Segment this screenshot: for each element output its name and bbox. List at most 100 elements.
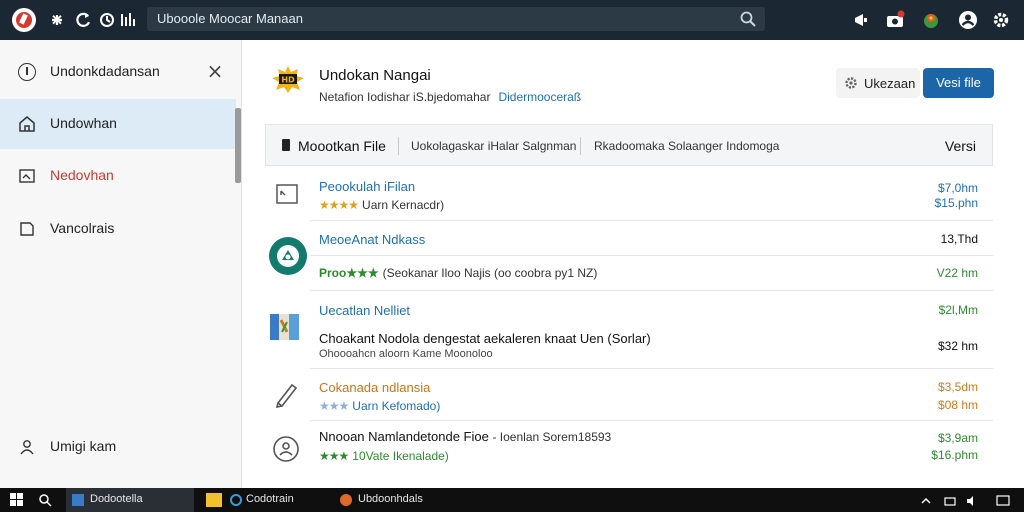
sidebar-item-label: Vancolrais bbox=[50, 220, 115, 236]
row-rating: ★★★★ Uarn Kernacdr) bbox=[319, 198, 444, 212]
row-badge: Proo★★★ bbox=[319, 266, 379, 280]
app-icon bbox=[230, 494, 242, 506]
sidebar-item-downloads[interactable]: Nedovhan bbox=[0, 151, 236, 201]
primary-button[interactable]: Vesi file bbox=[923, 68, 994, 98]
row-title[interactable]: Nnooan Namlandetonde Fioe - Ioenlan Sore… bbox=[319, 429, 611, 444]
row-title[interactable]: MeoeAnat Ndkass bbox=[319, 232, 425, 247]
image-icon bbox=[18, 167, 36, 185]
sidebar-item-label: Undowhan bbox=[50, 115, 117, 131]
filter-version[interactable]: Versi bbox=[945, 138, 976, 154]
settings-icon[interactable] bbox=[990, 9, 1012, 31]
row-rating: ★★★ Uarn Kefomado) bbox=[319, 399, 440, 413]
divider bbox=[310, 368, 993, 369]
sidebar-item-home[interactable]: Undowhan bbox=[0, 99, 236, 149]
sidebar-item-label: Nedovhan bbox=[50, 167, 114, 183]
sidebar: Undonkdadansan × Undowhan Nedovhan Vanco… bbox=[0, 40, 242, 488]
row-sub: (Seokanar Iloo Najis (oo coobra py1 NZ) bbox=[382, 266, 598, 280]
row-rating: ★★★ 10Vate Ikenalade) bbox=[319, 449, 449, 463]
rating-stars: ★★★ bbox=[319, 449, 349, 463]
row-description: Choakant Nodola dengestat aekaleren knaa… bbox=[319, 331, 651, 346]
divider bbox=[398, 137, 399, 155]
top-bar: Ubooole Moocar Manaan bbox=[0, 0, 1024, 40]
folder-icon[interactable] bbox=[206, 493, 222, 507]
address-text: Ubooole Moocar Manaan bbox=[157, 11, 303, 26]
row-sub: Uarn Kefomado) bbox=[352, 399, 441, 413]
row-sub: 10Vate Ikenalade) bbox=[352, 449, 449, 463]
info-icon bbox=[18, 63, 36, 81]
close-icon[interactable]: × bbox=[205, 59, 225, 83]
sidebar-item-account[interactable]: Umigi kam bbox=[0, 428, 236, 468]
image-file-icon bbox=[275, 183, 299, 210]
page-subtitle: Netafion Iodishar iS.bjedomahar Didermooc… bbox=[319, 90, 581, 104]
filter-bar: Moootkan File Uokolagaskar iHalar Salgnm… bbox=[265, 124, 993, 166]
app-logo[interactable] bbox=[12, 8, 36, 32]
page-logo: HD bbox=[270, 64, 306, 94]
notification-icon[interactable] bbox=[996, 494, 1010, 506]
user-circle-icon bbox=[272, 435, 300, 468]
home-icon bbox=[18, 115, 36, 133]
row-price: $3,5dm bbox=[937, 380, 978, 394]
secondary-button-label: Ukezaan bbox=[864, 76, 916, 91]
row-price: $2l,Mm bbox=[938, 303, 978, 317]
network-icon[interactable] bbox=[944, 494, 956, 506]
taskbar-item-label: Dodootella bbox=[90, 493, 143, 505]
windows-start-icon[interactable] bbox=[10, 493, 24, 507]
row-title-suffix: - Ioenlan Sorem18593 bbox=[492, 430, 612, 444]
back-icon[interactable] bbox=[46, 9, 68, 31]
divider bbox=[310, 290, 993, 291]
row-title[interactable]: Uecatlan Nelliet bbox=[319, 303, 410, 318]
sidebar-header-label: Undonkdadansan bbox=[50, 63, 160, 79]
divider bbox=[310, 420, 993, 421]
divider bbox=[310, 255, 993, 256]
sidebar-header: Undonkdadansan × bbox=[0, 50, 242, 94]
sidebar-scrollbar[interactable] bbox=[235, 108, 241, 183]
rating-stars: ★★★★ bbox=[319, 198, 359, 212]
camera-icon[interactable] bbox=[884, 9, 906, 31]
address-bar[interactable]: Ubooole Moocar Manaan bbox=[147, 7, 765, 31]
rating-stars: ★★★ bbox=[319, 399, 349, 413]
divider bbox=[580, 137, 581, 155]
row-detail: Proo★★★ (Seokanar Iloo Najis (oo coobra p… bbox=[319, 266, 597, 280]
books-icon bbox=[268, 310, 302, 347]
stats-icon[interactable] bbox=[118, 9, 140, 31]
pencil-icon bbox=[272, 380, 300, 413]
row-price: $7,0hm bbox=[937, 181, 978, 195]
filter-item[interactable]: Rkadoomaka Solaanger Indomoga bbox=[594, 139, 779, 153]
megaphone-icon[interactable] bbox=[850, 9, 872, 31]
page-title: Undokan Nangai bbox=[319, 67, 431, 84]
search-icon[interactable] bbox=[38, 493, 52, 507]
row-sub: Ohoooahcn aloorn Kame Moonoloo bbox=[319, 348, 493, 360]
divider bbox=[310, 220, 993, 221]
filter-item[interactable]: Uokolagaskar iHalar Salgnman bbox=[411, 139, 576, 153]
sidebar-footer-label: Umigi kam bbox=[50, 438, 117, 454]
filter-main[interactable]: Moootkan File bbox=[298, 138, 386, 154]
refresh-icon[interactable] bbox=[72, 9, 94, 31]
row-price-secondary: $16.phm bbox=[931, 448, 978, 462]
taskbar-item[interactable]: Codotrain bbox=[228, 488, 328, 512]
taskbar-item[interactable]: Dodootella bbox=[66, 488, 194, 512]
row-price-secondary: $15.phn bbox=[934, 196, 978, 210]
taskbar: Dodootella Codotrain Ubdoonhdals bbox=[0, 488, 1024, 512]
history-icon[interactable] bbox=[96, 9, 118, 31]
page-subtitle-link[interactable]: Didermooceraß bbox=[498, 90, 581, 104]
secondary-button[interactable]: Ukezaan bbox=[836, 68, 920, 98]
row-title[interactable]: Peookulah iFilan bbox=[319, 179, 415, 194]
search-icon[interactable] bbox=[739, 10, 757, 28]
extension-icon[interactable] bbox=[920, 9, 942, 31]
user-icon bbox=[18, 438, 36, 456]
sidebar-item-folders[interactable]: Vancolrais bbox=[0, 204, 236, 254]
chevron-up-icon[interactable] bbox=[920, 494, 932, 506]
row-price: $3,9am bbox=[937, 431, 978, 445]
browser-icon bbox=[340, 494, 352, 506]
page-subtitle-text: Netafion Iodishar iS.bjedomahar bbox=[319, 90, 491, 104]
profile-icon[interactable] bbox=[957, 9, 979, 31]
row-title[interactable]: Cokanada ndlansia bbox=[319, 380, 430, 395]
volume-icon[interactable] bbox=[966, 494, 978, 506]
taskbar-item-label: Ubdoonhdals bbox=[358, 493, 423, 505]
taskbar-item[interactable]: Ubdoonhdals bbox=[336, 488, 446, 512]
app-icon bbox=[268, 236, 308, 281]
row-price-secondary: $32 hm bbox=[937, 339, 978, 353]
document-icon bbox=[18, 220, 36, 238]
taskbar-item-label: Codotrain bbox=[246, 493, 294, 505]
row-price-secondary: V22 hm bbox=[936, 266, 978, 280]
